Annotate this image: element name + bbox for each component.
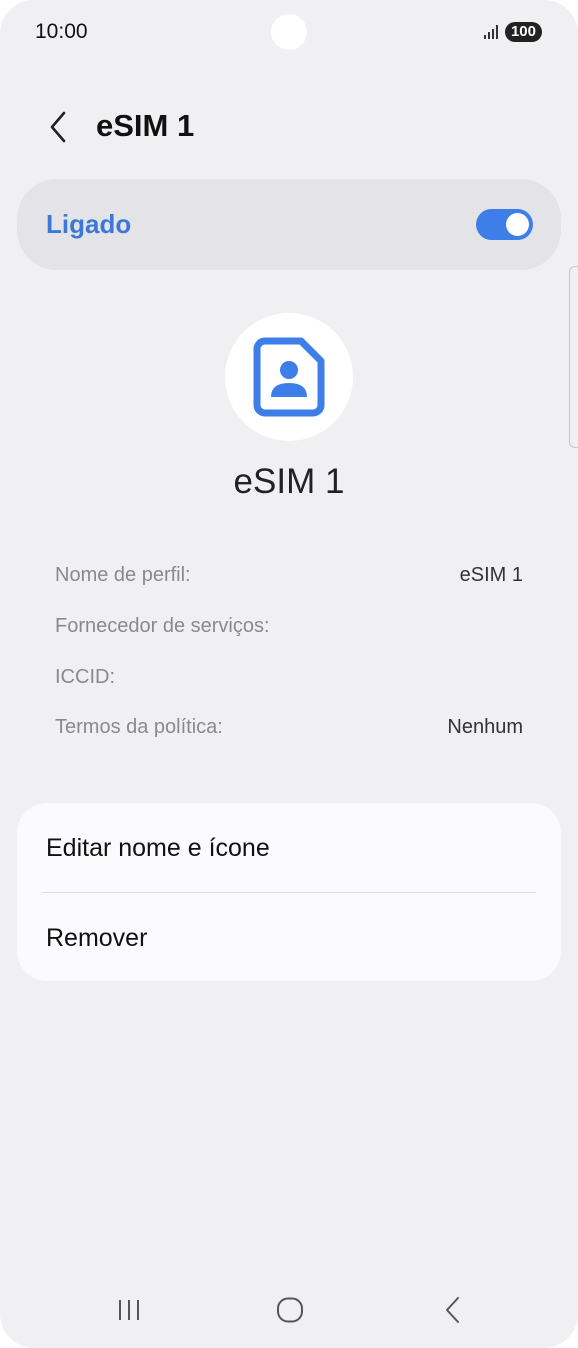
toggle-label: Ligado [46,209,132,239]
sim-card-person-icon [253,337,325,417]
detail-row-policy-terms: Termos da política: Nenhum [55,716,523,739]
back-icon [446,1297,459,1323]
page-title: eSIM 1 [96,108,195,143]
esim-toggle-switch[interactable] [476,209,533,240]
scroll-indicator[interactable] [569,266,578,448]
remove-button[interactable]: Remover [46,924,147,953]
toggle-knob [506,213,529,236]
battery-icon: 100 [504,22,542,42]
profile-name: eSIM 1 [233,462,345,501]
edit-name-and-icon-button[interactable]: Editar nome e ícone [46,834,270,863]
nav-back-button[interactable] [428,1290,478,1330]
phone-screen: 10:00 100 eSIM 1 Ligado eSIM 1 Nome de p… [0,0,578,1348]
home-icon [277,1297,303,1323]
status-icons: 100 [483,22,542,42]
detail-label: Nome de perfil: [55,564,191,586]
signal-icon [483,25,498,39]
detail-row-iccid: ICCID: [55,666,523,689]
back-button[interactable] [40,106,76,148]
detail-value: Nenhum [447,716,523,738]
front-camera [271,14,307,50]
detail-label: ICCID: [55,666,115,688]
detail-row-profile-name: Nome de perfil: eSIM 1 [55,564,523,587]
detail-row-provider: Fornecedor de serviços: [55,615,523,638]
detail-label: Termos da política: [55,716,223,738]
recents-button[interactable] [104,1290,154,1330]
detail-value: eSIM 1 [459,564,523,586]
divider [42,892,536,893]
recents-icon [119,1300,139,1320]
profile-avatar [225,313,353,441]
detail-label: Fornecedor de serviços: [55,615,270,637]
esim-toggle-row[interactable]: Ligado [17,179,561,270]
chevron-left-icon [50,111,66,143]
status-time: 10:00 [35,20,88,43]
actions-card: Editar nome e ícone Remover [17,803,561,981]
home-button[interactable] [265,1290,315,1330]
